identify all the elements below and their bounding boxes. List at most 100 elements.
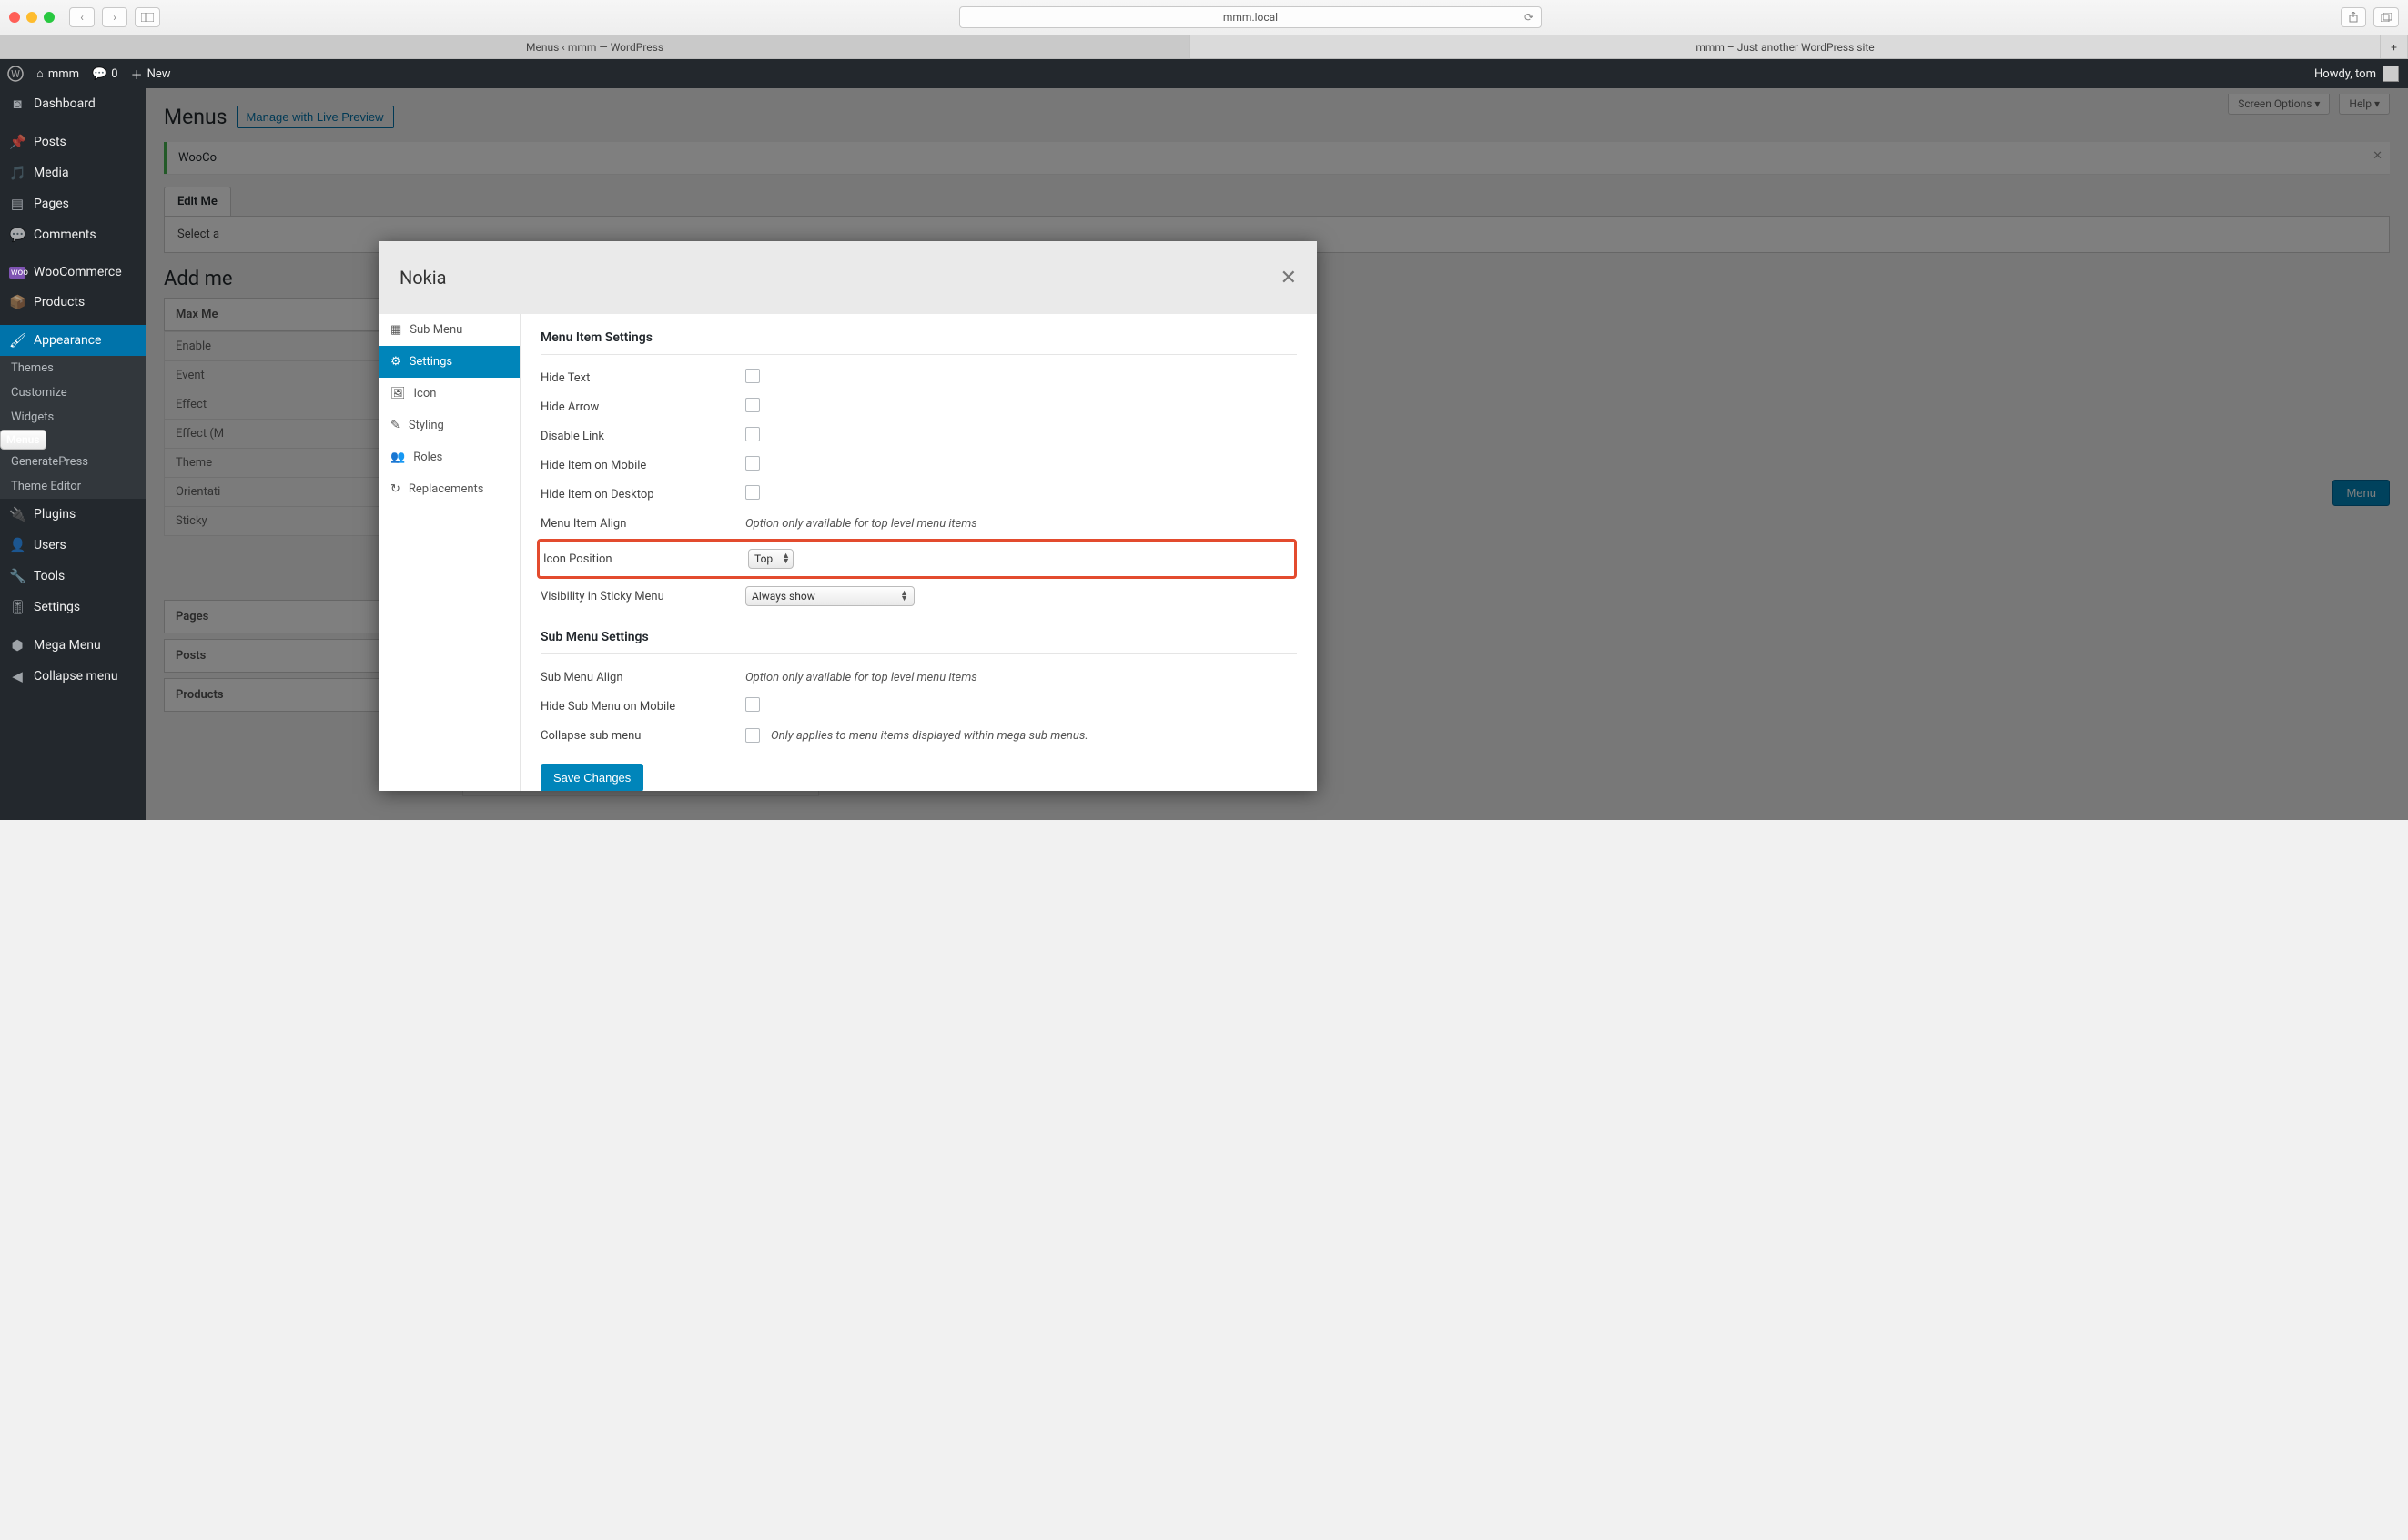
lbl-collapse: Collapse sub menu xyxy=(541,729,745,743)
sidebar-item-settings[interactable]: 🎚Settings xyxy=(0,592,146,623)
sidebar-item-megamenu[interactable]: ⬢Mega Menu xyxy=(0,630,146,661)
mega-menu-modal: Nokia ✕ ▦Sub Menu ⚙Settings 🖼Icon ✎Styli… xyxy=(379,241,1317,791)
pencil-icon: ✎ xyxy=(390,419,400,432)
share-button[interactable] xyxy=(2341,7,2366,27)
tabs-button[interactable] xyxy=(2373,7,2399,27)
grid-icon: ▦ xyxy=(390,323,401,337)
mside-icon[interactable]: 🖼Icon xyxy=(379,378,520,410)
lbl-hide-mobile: Hide Item on Mobile xyxy=(541,459,745,472)
wp-adminbar: W ⌂mmm 💬0 ＋New Howdy, tom xyxy=(0,59,2408,88)
sliders-icon: 🎚 xyxy=(9,599,25,615)
media-icon: 🎵 xyxy=(9,165,25,181)
chk-collapse[interactable] xyxy=(745,728,760,743)
modal-close[interactable]: ✕ xyxy=(1280,267,1297,289)
submenu-generatepress[interactable]: GeneratePress xyxy=(0,450,146,474)
lbl-hide-sub-mobile: Hide Sub Menu on Mobile xyxy=(541,700,745,714)
home-icon: ⌂ xyxy=(36,66,44,81)
modal-title: Nokia xyxy=(400,267,447,289)
wp-logo[interactable]: W xyxy=(7,66,24,82)
products-icon: 📦 xyxy=(9,294,25,310)
sidebar-item-collapse[interactable]: ◀Collapse menu xyxy=(0,661,146,692)
lbl-align: Menu Item Align xyxy=(541,517,745,531)
select-sticky-visibility[interactable]: Always show ▲▼ xyxy=(745,586,915,606)
mside-styling[interactable]: ✎Styling xyxy=(379,410,520,441)
mside-settings[interactable]: ⚙Settings xyxy=(379,346,520,378)
browser-tab-0[interactable]: Menus ‹ mmm — WordPress xyxy=(0,35,1190,58)
mside-replacements[interactable]: ↻Replacements xyxy=(379,473,520,505)
modal-content: Menu Item Settings Hide Text Hide Arrow … xyxy=(521,314,1317,791)
sidebar-item-dashboard[interactable]: ◙Dashboard xyxy=(0,88,146,119)
chk-disable-link[interactable] xyxy=(745,427,760,441)
sidebar-toggle[interactable] xyxy=(135,7,160,27)
forward-button[interactable]: › xyxy=(102,7,127,27)
sidebar-icon xyxy=(141,13,154,22)
woo-icon: woo xyxy=(9,267,25,279)
howdy[interactable]: Howdy, tom xyxy=(2314,67,2376,81)
refresh-icon: ↻ xyxy=(390,482,400,496)
sidebar-item-users[interactable]: 👤Users xyxy=(0,530,146,561)
comments-link[interactable]: 💬0 xyxy=(92,67,118,81)
back-button[interactable]: ‹ xyxy=(69,7,95,27)
select-icon-position[interactable]: Top ▲▼ xyxy=(748,549,794,569)
sidebar-item-tools[interactable]: 🔧Tools xyxy=(0,561,146,592)
highlight-icon-position: Icon Position Top ▲▼ xyxy=(537,539,1297,579)
sidebar-item-products[interactable]: 📦Products xyxy=(0,287,146,318)
collapse-note: Only applies to menu items displayed wit… xyxy=(771,729,1088,743)
cube-icon: ⬢ xyxy=(9,637,25,653)
site-link[interactable]: ⌂mmm xyxy=(36,66,79,81)
sidebar-item-comments[interactable]: 💬Comments xyxy=(0,219,146,250)
submenu-themes[interactable]: Themes xyxy=(0,356,146,380)
submenu-widgets[interactable]: Widgets xyxy=(0,405,146,430)
chk-hide-text[interactable] xyxy=(745,369,760,383)
lbl-hide-arrow: Hide Arrow xyxy=(541,400,745,414)
submenu-theme-editor[interactable]: Theme Editor xyxy=(0,474,146,499)
sidebar-item-woocommerce[interactable]: wooWooCommerce xyxy=(0,258,146,287)
wp-main: Screen Options ▾ Help ▾ Menus Manage wit… xyxy=(146,88,2408,820)
sidebar-item-media[interactable]: 🎵Media xyxy=(0,157,146,188)
avatar[interactable] xyxy=(2383,66,2399,82)
reload-icon[interactable]: ⟳ xyxy=(1524,11,1533,24)
chk-hide-mobile[interactable] xyxy=(745,456,760,471)
chk-hide-desktop[interactable] xyxy=(745,485,760,500)
new-tab-button[interactable]: + xyxy=(2381,35,2408,58)
lbl-sub-align: Sub Menu Align xyxy=(541,671,745,684)
share-icon xyxy=(2349,12,2358,23)
window-controls[interactable] xyxy=(9,12,55,23)
svg-text:W: W xyxy=(11,68,20,80)
sidebar-item-appearance[interactable]: 🖌Appearance xyxy=(0,325,146,356)
modal-side: ▦Sub Menu ⚙Settings 🖼Icon ✎Styling 👥Role… xyxy=(379,314,521,791)
collapse-icon: ◀ xyxy=(9,668,25,684)
browser-tab-1[interactable]: mmm – Just another WordPress site xyxy=(1190,35,2381,58)
tools-icon: 🔧 xyxy=(9,568,25,584)
mside-submenu[interactable]: ▦Sub Menu xyxy=(379,314,520,346)
address-bar[interactable]: mmm.local ⟳ xyxy=(959,6,1542,28)
dashboard-icon: ◙ xyxy=(9,96,25,112)
chk-hide-sub-mobile[interactable] xyxy=(745,697,760,712)
chk-hide-arrow[interactable] xyxy=(745,398,760,412)
new-content[interactable]: ＋New xyxy=(131,66,171,83)
gear-icon: ⚙ xyxy=(390,355,401,369)
submenu-menus[interactable]: Menus xyxy=(0,430,46,450)
image-icon: 🖼 xyxy=(390,387,406,400)
lbl-icon-position: Icon Position xyxy=(543,552,748,566)
wp-sidebar: ◙Dashboard 📌Posts 🎵Media ▤Pages 💬Comment… xyxy=(0,88,146,820)
submenu-customize[interactable]: Customize xyxy=(0,380,146,405)
sidebar-item-pages[interactable]: ▤Pages xyxy=(0,188,146,219)
plugin-icon: 🔌 xyxy=(9,506,25,522)
tabs-icon xyxy=(2381,13,2392,22)
lbl-hide-text: Hide Text xyxy=(541,371,745,385)
comment-icon: 💬 xyxy=(9,227,25,243)
sidebar-item-posts[interactable]: 📌Posts xyxy=(0,127,146,157)
mside-roles[interactable]: 👥Roles xyxy=(379,441,520,473)
save-changes-button[interactable]: Save Changes xyxy=(541,764,643,791)
comment-icon: 💬 xyxy=(92,67,106,81)
lbl-sticky: Visibility in Sticky Menu xyxy=(541,590,745,603)
sidebar-item-plugins[interactable]: 🔌Plugins xyxy=(0,499,146,530)
brush-icon: 🖌 xyxy=(9,332,25,349)
page-icon: ▤ xyxy=(9,196,25,212)
sub-align-note: Option only available for top level menu… xyxy=(745,671,1297,684)
chevron-updown-icon: ▲▼ xyxy=(900,591,908,602)
chevron-updown-icon: ▲▼ xyxy=(782,553,790,564)
lbl-hide-desktop: Hide Item on Desktop xyxy=(541,488,745,502)
lbl-disable-link: Disable Link xyxy=(541,430,745,443)
